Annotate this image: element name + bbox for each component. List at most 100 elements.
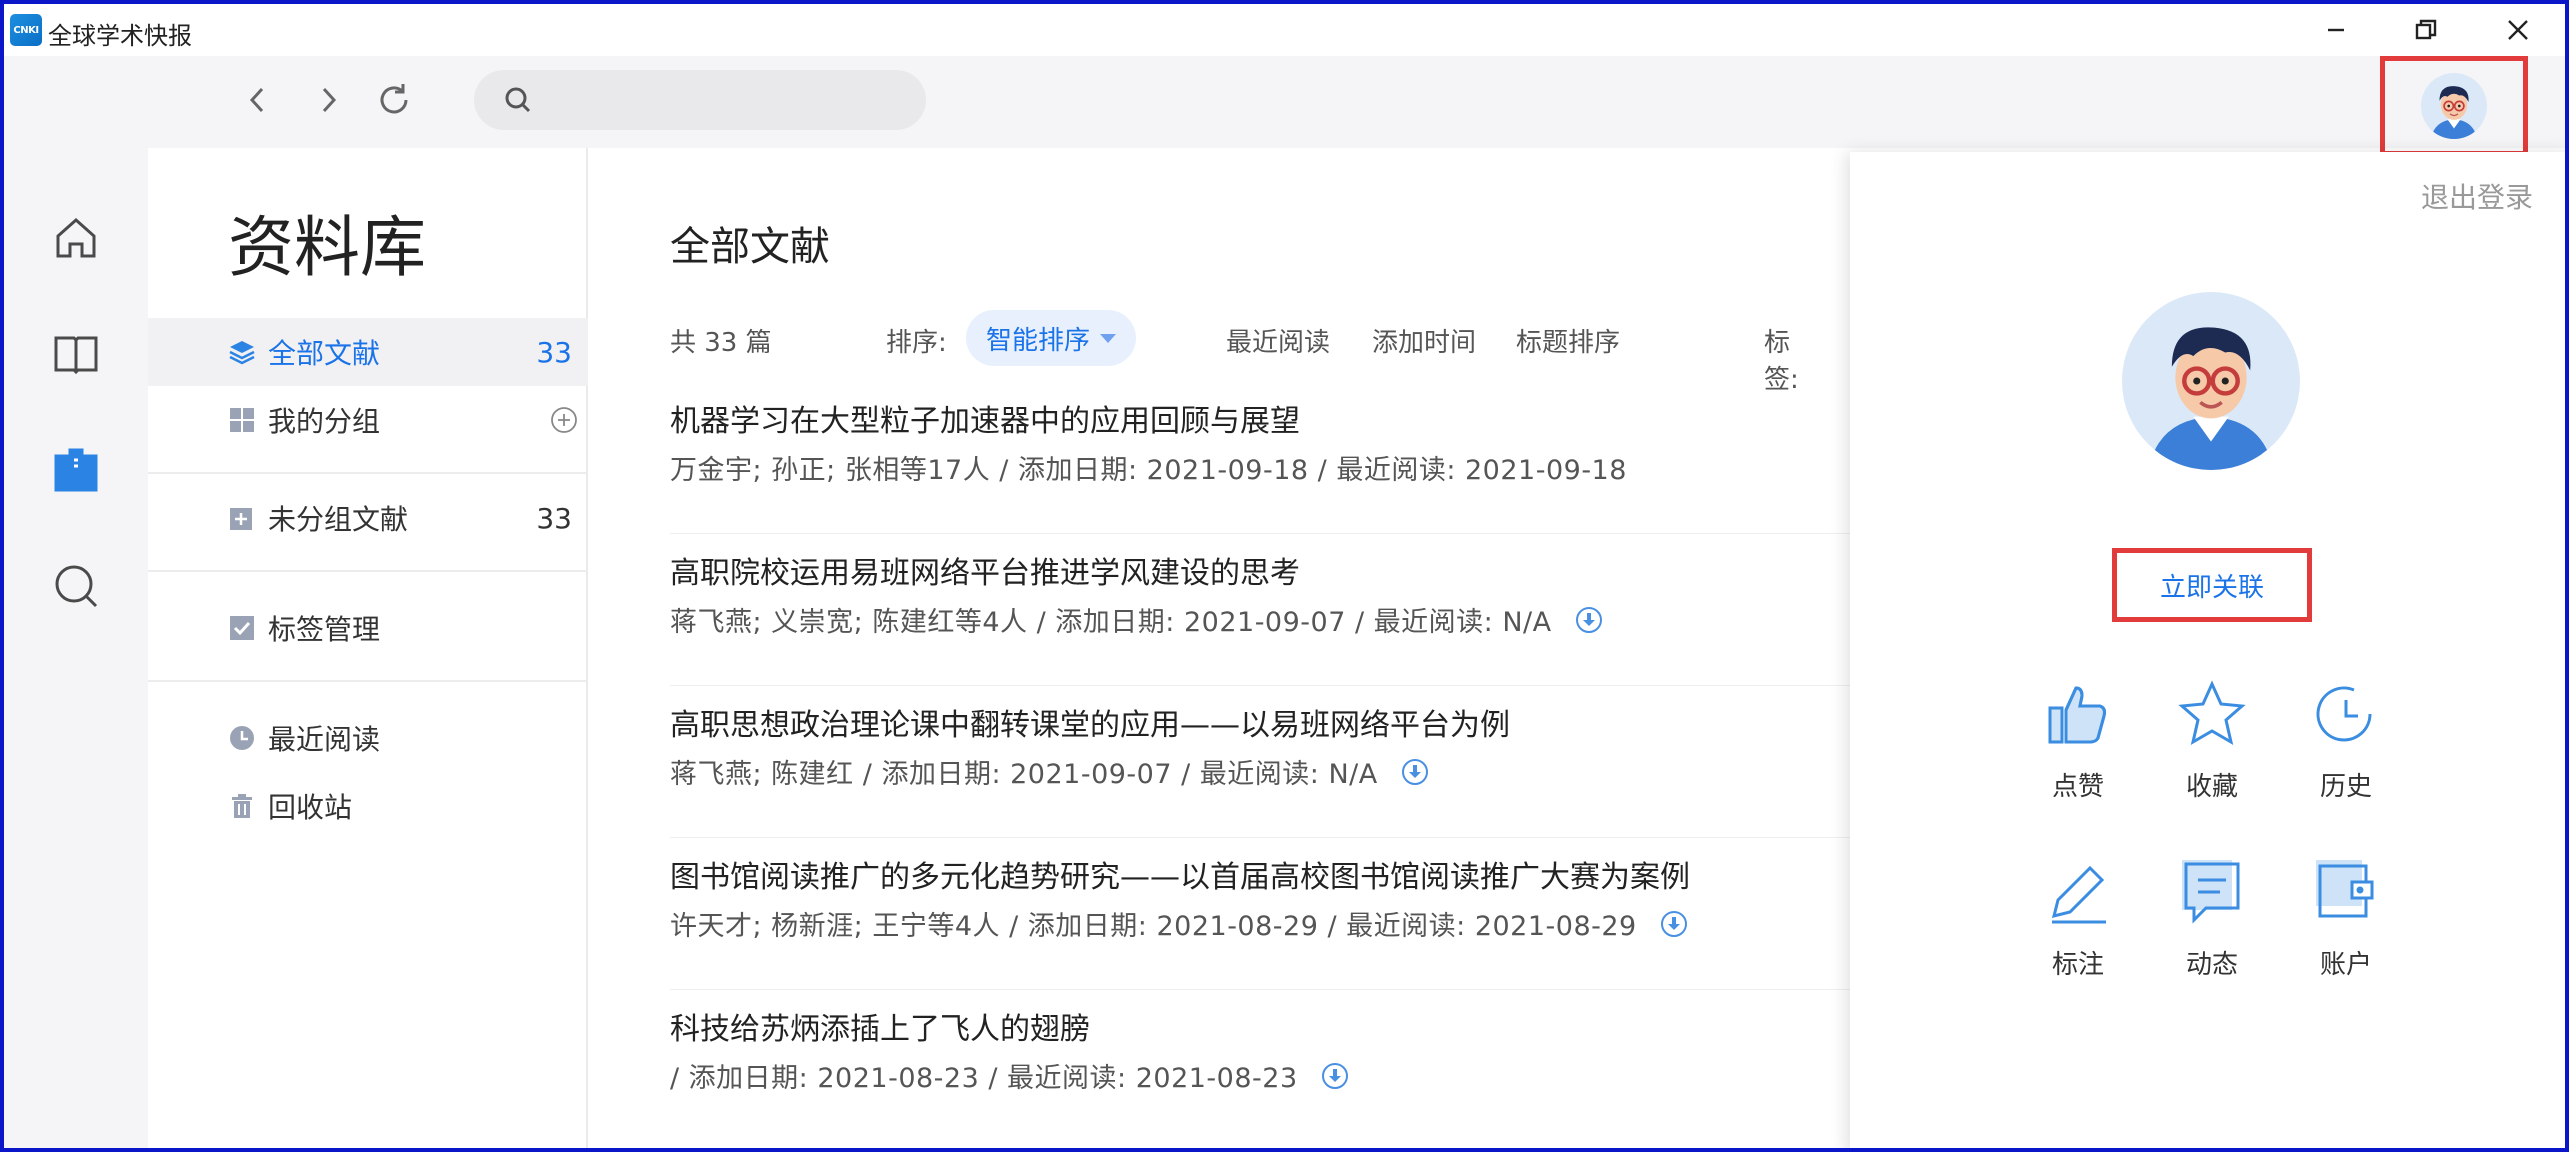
lib-item-label: 我的分组 (268, 405, 381, 438)
document-list-panel: 全部文献 共 33 篇 排序: 智能排序 最近阅读 添加时间 标题排序 标签: … (590, 148, 1854, 1148)
nav-library[interactable] (48, 442, 104, 498)
divider (148, 680, 588, 682)
refresh-button[interactable] (370, 76, 418, 124)
restore-icon (2415, 19, 2437, 40)
clock-icon (2316, 686, 2372, 742)
sort-label: 排序: (886, 328, 947, 358)
doc-title[interactable]: 高职思想政治理论课中翻转课堂的应用——以易班网络平台为例 (670, 700, 1510, 744)
doc-meta: 蒋飞燕; 陈建红 / 添加日期: 2021-09-07 / 最近阅读: N/A (670, 759, 1378, 790)
layers-icon (229, 341, 255, 365)
nav-search[interactable] (48, 558, 104, 614)
close-button[interactable] (2498, 12, 2538, 48)
sort-recent-read[interactable]: 最近阅读 (1226, 322, 1330, 359)
book-icon (54, 336, 98, 375)
sort-added-time[interactable]: 添加时间 (1372, 322, 1476, 359)
doc-title[interactable]: 高职院校运用易班网络平台推进学风建设的思考 (670, 548, 1300, 592)
sort-option-label: 智能排序 (986, 325, 1091, 356)
chevron-left-icon (249, 87, 264, 113)
home-icon (56, 217, 96, 258)
download-icon[interactable] (1321, 1063, 1348, 1089)
toolbar (4, 56, 2565, 156)
search-icon (55, 565, 98, 608)
document-item[interactable]: 图书馆阅读推广的多元化趋势研究——以首届高校图书馆阅读推广大赛为案例 许天才; … (670, 838, 1850, 990)
lib-item-my-groups[interactable]: 我的分组 (148, 386, 588, 454)
link-account-button[interactable]: 立即关联 (2112, 548, 2312, 622)
lib-item-trash[interactable]: 回收站 (148, 772, 588, 840)
download-icon[interactable] (1401, 759, 1428, 785)
divider (148, 472, 588, 474)
download-icon[interactable] (1660, 911, 1687, 937)
lib-item-label: 回收站 (268, 791, 353, 824)
user-avatar-button[interactable] (2380, 56, 2528, 156)
caret-down-icon (1100, 333, 1117, 343)
action-label: 账户 (2319, 950, 2372, 980)
message-icon (2182, 860, 2240, 924)
doc-meta: 蒋飞燕; 义崇宽; 陈建红等4人 / 添加日期: 2021-09-07 / 最近… (670, 607, 1552, 638)
nav-home[interactable] (48, 210, 104, 266)
star-icon (2178, 680, 2246, 746)
action-label: 历史 (2319, 772, 2372, 802)
doc-total: 共 33 篇 (670, 328, 772, 358)
doc-meta: 万金宇; 孙正; 张相等17人 / 添加日期: 2021-09-18 / 最近阅… (670, 455, 1627, 486)
close-icon (2508, 20, 2528, 40)
add-group-icon[interactable] (550, 406, 578, 434)
action-history[interactable]: 历史 (2266, 678, 2426, 828)
avatar (2421, 73, 2487, 139)
search-input[interactable] (474, 70, 926, 130)
library-title: 资料库 (228, 209, 426, 286)
doc-meta: 许天才; 杨新涯; 王宁等4人 / 添加日期: 2021-08-29 / 最近阅… (670, 911, 1637, 942)
lib-item-label: 全部文献 (268, 337, 381, 370)
library-icon (54, 448, 98, 492)
user-popup: 退出登录 立即关联 点赞 收藏 历史 标注 动态 账户 (1850, 152, 2565, 1148)
lib-item-all-docs[interactable]: 全部文献 33 (148, 318, 588, 386)
lib-item-tag-management[interactable]: 标签管理 (148, 594, 588, 662)
wallet-icon (2316, 860, 2374, 918)
nav-reader[interactable] (48, 326, 104, 382)
lib-item-count: 33 (536, 335, 572, 369)
minimize-button[interactable] (2316, 12, 2356, 48)
app-logo: CNKI (10, 14, 42, 46)
lib-item-label: 最近阅读 (268, 723, 381, 756)
document-item[interactable]: 高职思想政治理论课中翻转课堂的应用——以易班网络平台为例 蒋飞燕; 陈建红 / … (670, 686, 1850, 838)
restore-button[interactable] (2406, 12, 2446, 48)
action-account[interactable]: 账户 (2266, 856, 2426, 1006)
sort-smart-dropdown[interactable]: 智能排序 (966, 310, 1137, 366)
avatar (2122, 292, 2300, 470)
sort-title[interactable]: 标题排序 (1516, 322, 1620, 359)
left-icon-bar (4, 148, 148, 1148)
pencil-icon (2051, 865, 2106, 924)
lib-item-label: 标签管理 (268, 613, 381, 646)
minimize-icon (2328, 28, 2344, 32)
clock-icon (230, 726, 254, 750)
doc-title[interactable]: 图书馆阅读推广的多元化趋势研究——以首届高校图书馆阅读推广大赛为案例 (670, 852, 1690, 896)
search-icon (505, 87, 531, 113)
doc-title[interactable]: 科技给苏炳添插上了飞人的翅膀 (670, 1004, 1090, 1048)
divider (148, 570, 588, 572)
logout-link[interactable]: 退出登录 (2421, 176, 2533, 216)
thumbs-up-icon (2048, 686, 2106, 744)
chevron-right-icon (322, 87, 337, 113)
doc-title[interactable]: 机器学习在大型粒子加速器中的应用回顾与展望 (670, 396, 1300, 440)
page-title: 全部文献 (670, 224, 830, 270)
document-item[interactable]: 科技给苏炳添插上了飞人的翅膀 / 添加日期: 2021-08-23 / 最近阅读… (670, 990, 1850, 1142)
tag-check-icon (230, 616, 254, 640)
download-icon[interactable] (1575, 607, 1602, 633)
doc-meta: / 添加日期: 2021-08-23 / 最近阅读: 2021-08-23 (670, 1063, 1298, 1094)
add-doc-icon (230, 508, 252, 530)
user-avatar-icon (2430, 86, 2478, 139)
forward-button[interactable] (304, 76, 352, 124)
back-button[interactable] (234, 76, 282, 124)
document-item[interactable]: 高职院校运用易班网络平台推进学风建设的思考 蒋飞燕; 义崇宽; 陈建红等4人 /… (670, 534, 1850, 686)
document-item[interactable]: 机器学习在大型粒子加速器中的应用回顾与展望 万金宇; 孙正; 张相等17人 / … (670, 382, 1850, 534)
lib-item-ungrouped[interactable]: 未分组文献 33 (148, 484, 588, 552)
refresh-icon (380, 84, 408, 114)
title-bar: CNKI 全球学术快报 (4, 4, 2565, 56)
lib-item-recent[interactable]: 最近阅读 (148, 704, 588, 772)
library-panel: 资料库 全部文献 33 我的分组 未分组文献 33 标签管理 最近阅读 回收站 (148, 148, 588, 1148)
filter-bar: 共 33 篇 排序: 智能排序 最近阅读 添加时间 标题排序 标签: (670, 308, 1820, 395)
app-title: 全球学术快报 (48, 22, 192, 50)
app-window: CNKI 全球学术快报 资料库 全部文献 33 我的分组 未分组文献 33 标签… (0, 0, 2569, 1152)
grid-icon (230, 408, 254, 432)
user-avatar-icon (2148, 327, 2274, 470)
lib-item-count: 33 (536, 501, 572, 535)
